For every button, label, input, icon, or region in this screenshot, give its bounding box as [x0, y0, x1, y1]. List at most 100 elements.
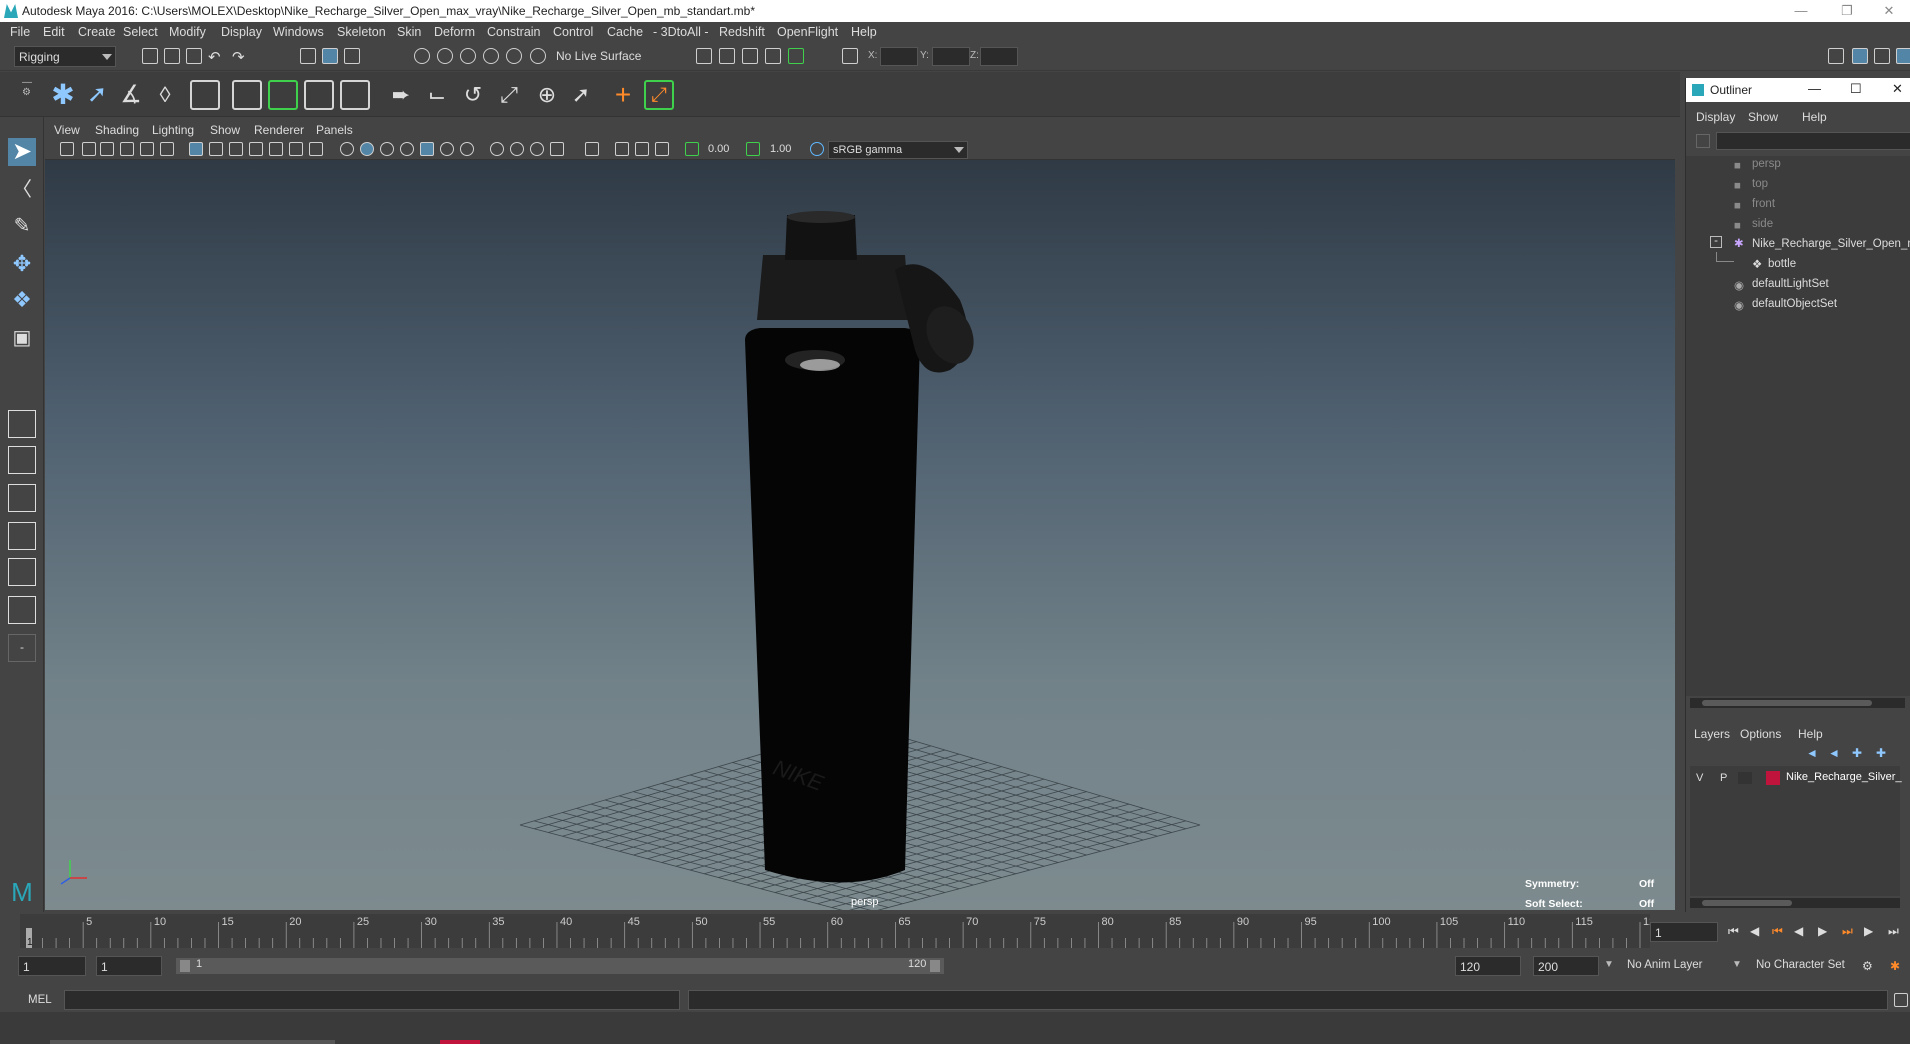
scale-tool-icon[interactable]: ▣	[8, 324, 36, 352]
layers-h-scrollbar[interactable]	[1690, 898, 1900, 908]
open-scene-icon[interactable]	[164, 48, 180, 64]
new-layer-icon[interactable]: ✚	[1852, 746, 1868, 762]
lattice-icon[interactable]	[232, 80, 262, 110]
attribute-editor-icon[interactable]	[1852, 48, 1868, 64]
safe-title-icon[interactable]	[309, 142, 323, 156]
grease-pencil-icon[interactable]	[160, 142, 174, 156]
render-settings-icon[interactable]	[696, 48, 712, 64]
layers-h-scroll-thumb[interactable]	[1702, 900, 1792, 906]
ik-spline-icon[interactable]: ∡	[116, 80, 146, 110]
four-view-icon[interactable]	[8, 446, 36, 474]
menu-constrain[interactable]: Constrain	[487, 22, 541, 43]
restore-button[interactable]: ❐	[1824, 0, 1870, 22]
joint-tool-icon[interactable]: ✱	[48, 80, 78, 110]
z-field[interactable]	[980, 47, 1018, 66]
tool-settings-icon[interactable]	[1874, 48, 1890, 64]
save-scene-icon[interactable]	[186, 48, 202, 64]
persp-outliner-layout-icon[interactable]	[8, 484, 36, 512]
layer-visibility-toggle[interactable]: V	[1696, 772, 1703, 784]
go-to-start-icon[interactable]: ⏮	[1728, 924, 1744, 940]
vp-menu-shading[interactable]: Shading	[95, 123, 139, 137]
range-slider[interactable]: 1 120	[176, 958, 944, 974]
bookmark-icon[interactable]	[100, 142, 114, 156]
backface-icon[interactable]	[655, 142, 669, 156]
vp-menu-panels[interactable]: Panels	[316, 123, 353, 137]
menu-skin[interactable]: Skin	[397, 22, 421, 43]
move-tool-icon[interactable]: ✥	[8, 250, 36, 278]
aim-constraint-icon[interactable]: ↺	[458, 80, 488, 110]
modeling-toolkit-icon[interactable]	[1828, 48, 1844, 64]
menu-cache[interactable]: Cache	[607, 22, 643, 43]
command-language-label[interactable]: MEL	[28, 994, 52, 1006]
vp-menu-renderer[interactable]: Renderer	[254, 123, 304, 137]
exposure-value[interactable]: 0.00	[708, 143, 729, 155]
wireframe-icon[interactable]	[340, 142, 354, 156]
menu-3dtoall[interactable]: - 3DtoAll -	[653, 22, 709, 43]
smooth-shade-icon[interactable]	[360, 142, 374, 156]
menu-redshift[interactable]: Redshift	[719, 22, 765, 43]
outliner-menu-display[interactable]: Display	[1696, 110, 1735, 124]
curve-tool-icon[interactable]: ◊	[150, 80, 180, 110]
select-hierarchy-icon[interactable]	[300, 48, 316, 64]
move-layer-down-icon[interactable]: ◄	[1828, 746, 1844, 762]
outliner-layout-icon[interactable]	[8, 596, 36, 624]
custom-layout-icon[interactable]: -	[8, 634, 36, 662]
undo-icon[interactable]: ↶	[208, 48, 224, 66]
pole-vector-icon[interactable]: ⤢	[644, 80, 674, 110]
bind-skin-icon[interactable]: ➨	[386, 80, 416, 110]
vp-menu-view[interactable]: View	[54, 123, 80, 137]
xray-components-icon[interactable]	[635, 142, 649, 156]
playback-end-field[interactable]: 120	[1455, 956, 1521, 976]
animation-end-field[interactable]: 200	[1533, 956, 1599, 976]
film-gate-icon[interactable]	[209, 142, 223, 156]
outliner-item-front[interactable]: front	[1752, 198, 1775, 210]
outliner-item-default-light-set[interactable]: defaultLightSet	[1752, 278, 1829, 290]
layer-playback-toggle[interactable]: P	[1720, 772, 1727, 784]
render-frame-icon[interactable]	[719, 48, 735, 64]
playback-start-field[interactable]: 1	[96, 956, 162, 976]
parent-constraint-icon[interactable]: ➚	[566, 80, 596, 110]
safe-action-icon[interactable]	[289, 142, 303, 156]
resolution-gate-icon[interactable]	[229, 142, 243, 156]
menu-display[interactable]: Display	[221, 22, 262, 43]
outliner-minimize-button[interactable]: —	[1808, 81, 1821, 96]
outliner-item-bottle[interactable]: bottle	[1768, 258, 1796, 270]
menu-select[interactable]: Select	[123, 22, 158, 43]
script-editor-icon[interactable]	[1894, 993, 1908, 1007]
outliner-item-persp[interactable]: persp	[1752, 158, 1781, 170]
gamma-icon[interactable]	[746, 142, 760, 156]
menu-modify[interactable]: Modify	[169, 22, 206, 43]
exposure-icon[interactable]	[685, 142, 699, 156]
menu-skeleton[interactable]: Skeleton	[337, 22, 386, 43]
outliner-item-group[interactable]: Nike_Recharge_Silver_Open_nc	[1752, 238, 1910, 250]
gamma-value[interactable]: 1.00	[770, 143, 791, 155]
step-back-key-icon[interactable]: ⏮	[1772, 924, 1788, 940]
select-component-icon[interactable]	[344, 48, 360, 64]
orient-constraint-icon[interactable]: ⤢	[494, 80, 524, 110]
range-start-handle[interactable]	[180, 960, 190, 972]
select-tool-icon[interactable]: ➤	[8, 138, 36, 166]
snap-view-icon[interactable]	[483, 48, 499, 64]
blend-shape-icon[interactable]	[340, 80, 370, 110]
layers-menu-options[interactable]: Options	[1740, 727, 1781, 741]
layer-color-swatch[interactable]	[1766, 771, 1780, 785]
channel-box-icon[interactable]	[1896, 48, 1910, 64]
anti-alias-icon[interactable]	[510, 142, 524, 156]
preferences-icon[interactable]: ✱	[1890, 959, 1906, 975]
field-chart-icon[interactable]	[269, 142, 283, 156]
new-scene-icon[interactable]	[142, 48, 158, 64]
menu-file[interactable]: File	[10, 22, 30, 43]
chevron-down-icon[interactable]: ▼	[1732, 959, 1748, 975]
move-layer-up-icon[interactable]: ◄	[1806, 746, 1822, 762]
menu-edit[interactable]: Edit	[43, 22, 65, 43]
layer-display-type[interactable]	[1738, 772, 1752, 784]
cluster-icon[interactable]	[268, 80, 298, 110]
locator-icon[interactable]: +	[608, 80, 638, 110]
menu-set-dropdown[interactable]: Rigging	[14, 46, 116, 67]
time-slider[interactable]: 5 10 15 20 25 30 35 40 45 50 55 60 65 70 75 80 85 90 95 100…	[0, 912, 1910, 950]
close-window-button[interactable]: ✕	[1866, 0, 1910, 22]
input-mode-icon[interactable]	[842, 48, 858, 64]
lights-icon[interactable]	[420, 142, 434, 156]
play-backwards-icon[interactable]: ◀	[1794, 924, 1810, 940]
snap-point-icon[interactable]	[460, 48, 476, 64]
